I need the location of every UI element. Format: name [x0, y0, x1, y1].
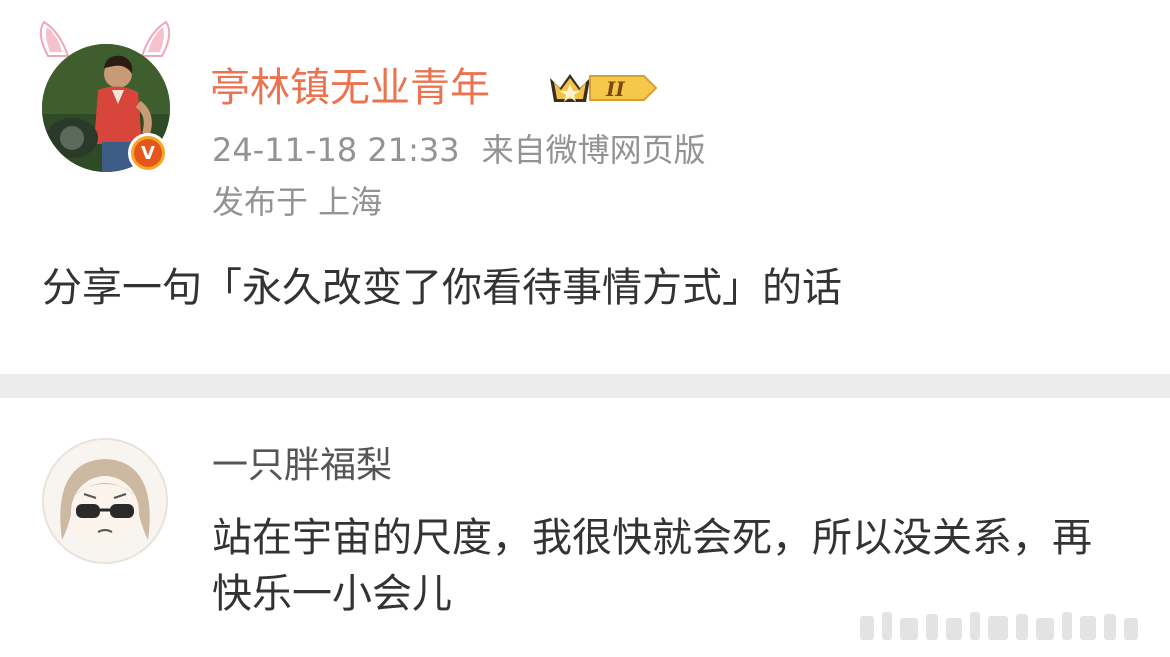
post-meta: 24-11-18 21:33 来自微博网页版: [212, 130, 706, 170]
author-name[interactable]: 亭林镇无业青年: [210, 64, 490, 112]
comment-avatar[interactable]: [42, 438, 168, 564]
comment-item: 一只胖福梨 站在宇宙的尺度，我很快就会死，所以没关系，再快乐一小会儿: [0, 398, 1170, 657]
post-timestamp[interactable]: 24-11-18 21:33: [212, 131, 460, 169]
weibo-post: V 亭林镇无业青年 II 24-11-18 21:33 来自微博网页版 发布于 上…: [0, 0, 1170, 374]
post-location: 发布于 上海: [212, 183, 383, 221]
watermark-icon: [860, 612, 1138, 640]
comment-text: 站在宇宙的尺度，我很快就会死，所以没关系，再快乐一小会儿: [212, 515, 1092, 617]
author-avatar-wrapper[interactable]: V: [30, 18, 180, 178]
post-source: 来自微博网页版: [481, 131, 706, 169]
crown-member-icon[interactable]: II: [546, 66, 660, 110]
verified-v-icon: V: [134, 139, 162, 167]
commenter-avatar-illustration-icon: [44, 440, 166, 562]
verified-badge: V: [128, 133, 168, 173]
comment-author-name[interactable]: 一只胖福梨: [212, 444, 392, 488]
section-divider: [0, 374, 1170, 398]
member-level-label: II: [605, 77, 625, 101]
post-text: 分享一句「永久改变了你看待事情方式」的话: [42, 265, 842, 311]
